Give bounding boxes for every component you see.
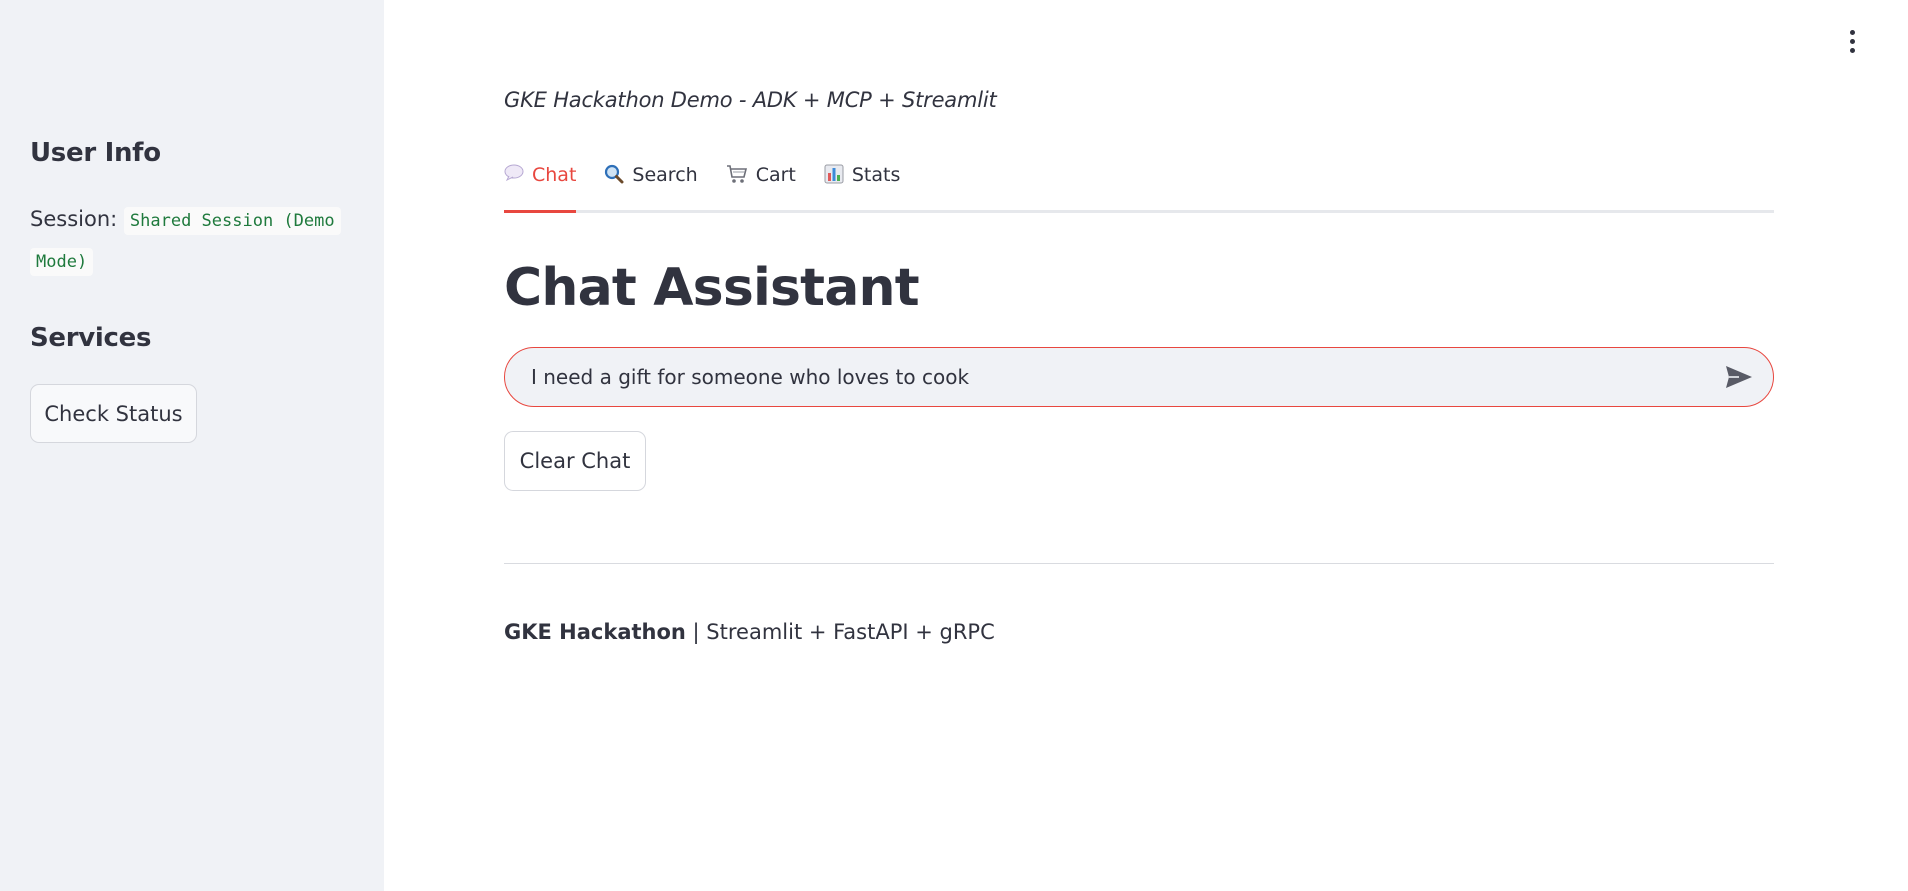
send-icon[interactable] (1721, 359, 1757, 395)
tab-bar: Chat Search Cart Stats (504, 158, 1774, 213)
shopping-cart-icon (726, 164, 748, 184)
menu-dot (1850, 39, 1855, 44)
menu-dot (1850, 48, 1855, 53)
check-status-button[interactable]: Check Status (30, 384, 197, 443)
page-caption: GKE Hackathon Demo - ADK + MCP + Streaml… (504, 88, 997, 112)
footer-brand: GKE Hackathon (504, 620, 686, 644)
footer: GKE Hackathon | Streamlit + FastAPI + gR… (504, 620, 995, 644)
footer-stack: | Streamlit + FastAPI + gRPC (685, 620, 995, 644)
tab-chat[interactable]: Chat (504, 158, 577, 213)
main-menu-icon[interactable] (1850, 30, 1855, 53)
tab-stats-label: Stats (851, 164, 901, 186)
bar-chart-icon (824, 164, 844, 184)
tab-search[interactable]: Search (604, 158, 698, 210)
menu-dot (1850, 30, 1855, 35)
tab-stats[interactable]: Stats (824, 158, 901, 210)
tab-cart[interactable]: Cart (726, 158, 796, 210)
magnifier-icon (604, 164, 624, 184)
user-info-heading: User Info (30, 138, 161, 168)
chat-input[interactable] (529, 364, 1721, 390)
tab-search-label: Search (632, 164, 698, 186)
session-info: Session: Shared Session (Demo Mode) (30, 200, 370, 282)
speech-balloon-icon (504, 164, 524, 182)
app-root: User Info Session: Shared Session (Demo … (0, 0, 1908, 891)
tab-chat-label: Chat (532, 164, 577, 186)
chat-input-box (504, 347, 1774, 407)
page-title: Chat Assistant (504, 258, 920, 318)
clear-chat-button[interactable]: Clear Chat (504, 431, 646, 491)
divider (504, 563, 1774, 564)
session-label: Session: (30, 207, 118, 231)
tab-cart-label: Cart (755, 164, 796, 186)
sidebar: User Info Session: Shared Session (Demo … (0, 0, 384, 891)
services-heading: Services (30, 323, 152, 353)
